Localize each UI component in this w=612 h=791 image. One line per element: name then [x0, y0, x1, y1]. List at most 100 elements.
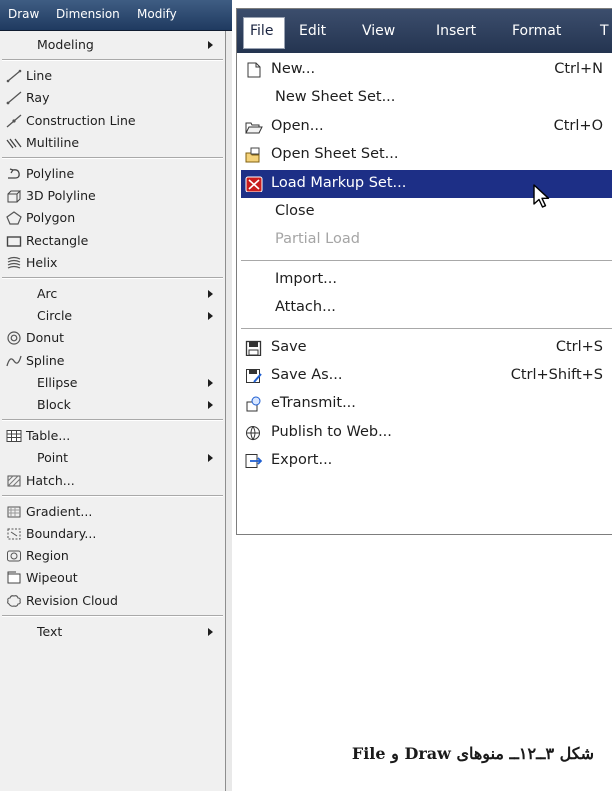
draw-menu-item-label: Rectangle: [26, 232, 89, 248]
submenu-arrow-icon: [208, 290, 213, 298]
file-menu-item-shortcut: Ctrl+O: [553, 117, 603, 134]
multiline-icon: [6, 138, 22, 149]
draw-menu-item-circle[interactable]: Circle: [0, 305, 225, 327]
draw-menu-item-label: Boundary...: [26, 526, 97, 541]
file-menu-item-save-as[interactable]: Save As... Ctrl+Shift+S: [241, 362, 612, 390]
export-icon: [245, 454, 263, 469]
donut-icon: [7, 331, 21, 345]
menubar-dimension[interactable]: Dimension: [56, 7, 120, 21]
draw-menu-item-wipeout[interactable]: Wipeout: [0, 567, 225, 589]
draw-menu-item-block[interactable]: Block: [0, 394, 225, 416]
draw-menu-item-label: Text: [37, 623, 63, 639]
file-dropdown: New... Ctrl+N New Sheet Set... Open... Ctrl+…: [237, 54, 612, 534]
draw-menu-separator: [2, 614, 223, 617]
draw-menu-item-modeling[interactable]: Modeling: [0, 34, 225, 56]
file-menubar: File Edit View Insert Format T: [237, 9, 612, 53]
file-menu-item-label: New...: [271, 61, 316, 77]
draw-menu-item-revision-cloud[interactable]: Revision Cloud: [0, 590, 225, 612]
draw-menubar: Draw Dimension Modify: [0, 0, 232, 31]
file-menu-item-label: Open Sheet Set...: [271, 146, 399, 163]
draw-menu-item-label: Donut: [26, 330, 65, 346]
draw-menu-item-label: Gradient...: [26, 503, 93, 519]
draw-menu-item-table[interactable]: Table...: [0, 425, 225, 447]
draw-menu-item-rectangle[interactable]: Rectangle: [0, 230, 225, 252]
draw-menu-item-region[interactable]: Region: [0, 545, 225, 567]
menubar-insert[interactable]: Insert: [436, 23, 476, 39]
draw-menu-item-3d-polyline[interactable]: 3D Polyline: [0, 185, 225, 207]
table-icon: [6, 430, 22, 443]
file-menu-item-load-markup-set[interactable]: Load Markup Set...: [241, 169, 612, 198]
draw-menu-item-label: Wipeout: [26, 570, 78, 586]
file-menu-item-new[interactable]: New... Ctrl+N: [241, 56, 612, 84]
submenu-arrow-icon: [208, 454, 213, 463]
menubar-view[interactable]: View: [362, 23, 395, 39]
draw-menu-item-polyline[interactable]: Polyline: [0, 163, 225, 185]
draw-menu-item-arc[interactable]: Arc: [0, 283, 225, 305]
draw-menu-separator: [2, 494, 223, 497]
draw-menu-item-label: Block: [37, 397, 71, 412]
draw-menu-separator: [2, 157, 223, 159]
3d-polyline-icon: [7, 190, 22, 203]
menubar-draw[interactable]: Draw: [8, 7, 39, 21]
file-menu-item-save[interactable]: Save Ctrl+S: [241, 334, 612, 362]
draw-menu-item-text[interactable]: Text: [0, 621, 225, 643]
submenu-arrow-icon: [208, 378, 213, 387]
menubar-tools[interactable]: T: [600, 23, 609, 39]
ray-icon: [6, 91, 22, 105]
draw-menu-item-point[interactable]: Point: [0, 447, 225, 469]
file-menu-item-label: Attach...: [275, 299, 336, 316]
draw-menu-item-label: Ellipse: [37, 374, 78, 390]
figure-caption: شکل ۳ــ۱۲ــ منوهای Draw و File: [351, 744, 594, 763]
submenu-arrow-icon: [208, 41, 213, 49]
draw-menu-item-line[interactable]: Line: [0, 65, 225, 87]
file-menu-item-label: Close: [275, 203, 315, 219]
file-menu-item-open[interactable]: Open... Ctrl+O: [241, 113, 612, 141]
polyline-icon: [8, 168, 20, 179]
rectangle-icon: [6, 235, 22, 247]
draw-menu-item-helix[interactable]: Helix: [0, 252, 225, 274]
file-menu-item-publish-to-web[interactable]: Publish to Web...: [241, 419, 612, 447]
draw-menu-item-multiline[interactable]: Multiline: [0, 132, 225, 154]
menubar-file[interactable]: File: [250, 23, 273, 39]
file-menu: File Edit View Insert Format T New... Ctr…: [236, 8, 612, 535]
draw-menu-separator: [2, 419, 223, 422]
file-menu-separator: [241, 259, 612, 261]
draw-menu-item-label: Construction Line: [26, 112, 136, 128]
draw-menu-item-construction-line[interactable]: Construction Line: [0, 110, 225, 132]
file-menu-item-label: eTransmit...: [271, 395, 356, 412]
file-menu-item-export[interactable]: Export...: [241, 447, 612, 475]
file-menu-item-label: Partial Load: [275, 231, 360, 248]
region-icon: [7, 550, 21, 562]
draw-menu-item-gradient[interactable]: Gradient...: [0, 501, 225, 523]
submenu-arrow-icon: [208, 312, 213, 321]
file-menu-separator: [241, 327, 612, 329]
file-menu-item-new-sheet-set[interactable]: New Sheet Set...: [241, 84, 612, 112]
file-menu-item-open-sheet-set[interactable]: Open Sheet Set...: [241, 141, 612, 169]
load-markup-icon: [245, 176, 263, 192]
draw-menu-item-ellipse[interactable]: Ellipse: [0, 372, 225, 394]
file-menu-item-shortcut: Ctrl+Shift+S: [510, 367, 603, 383]
revision-cloud-icon: [7, 594, 21, 607]
draw-menu-item-donut[interactable]: Donut: [0, 327, 225, 349]
menubar-modify[interactable]: Modify: [137, 7, 177, 21]
file-menu-item-close[interactable]: Close: [241, 198, 612, 226]
boundary-icon: [7, 528, 21, 540]
draw-menu-item-ray[interactable]: Ray: [0, 87, 225, 109]
file-menu-item-attach[interactable]: Attach...: [241, 294, 612, 322]
menubar-edit[interactable]: Edit: [299, 23, 326, 39]
file-menu-item-etransmit[interactable]: eTransmit...: [241, 390, 612, 418]
draw-menu-item-label: Ray: [26, 90, 50, 106]
draw-menu-item-label: Revision Cloud: [26, 592, 118, 608]
draw-menu-item-boundary[interactable]: Boundary...: [0, 523, 225, 545]
draw-menu-item-label: Hatch...: [26, 472, 75, 488]
menubar-format[interactable]: Format: [512, 23, 561, 39]
draw-menu-item-polygon[interactable]: Polygon: [0, 207, 225, 229]
draw-menu-item-label: 3D Polyline: [26, 188, 96, 204]
draw-menu-item-label: Helix: [26, 254, 58, 270]
draw-menu-item-spline[interactable]: Spline: [0, 350, 225, 372]
draw-menu-item-hatch[interactable]: Hatch...: [0, 470, 225, 492]
draw-menu-item-label: Line: [26, 68, 53, 84]
file-menu-item-import[interactable]: Import...: [241, 266, 612, 294]
submenu-arrow-icon: [208, 627, 213, 636]
polygon-icon: [6, 211, 22, 225]
